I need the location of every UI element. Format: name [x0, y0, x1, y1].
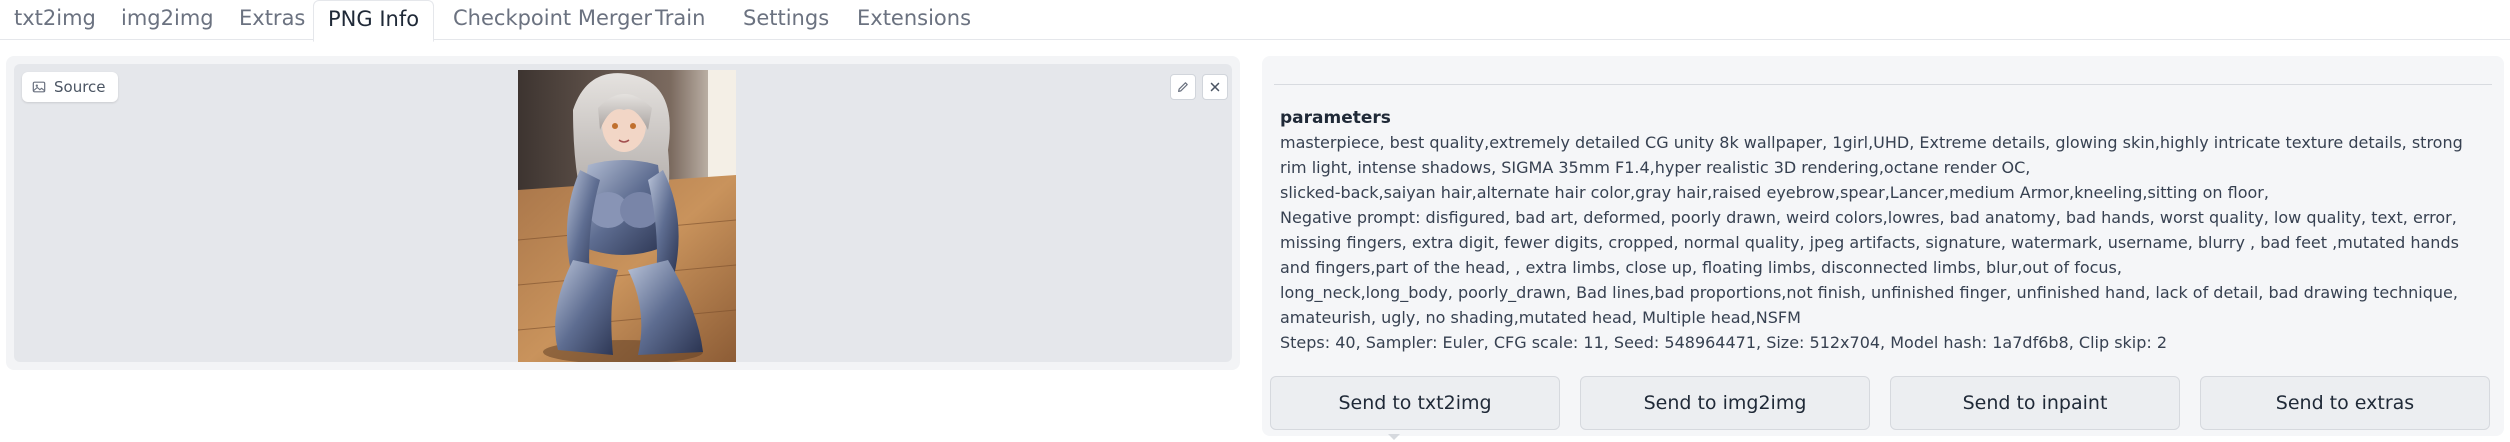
edit-icon — [1178, 82, 1188, 92]
prompt-line: slicked-back,saiyan hair,alternate hair … — [1280, 183, 2269, 202]
close-icon — [1210, 82, 1220, 92]
send-to-extras-button[interactable]: Send to extras — [2200, 376, 2490, 430]
tab-extras[interactable]: Extras — [225, 0, 319, 40]
send-to-inpaint-button[interactable]: Send to inpaint — [1890, 376, 2180, 430]
negative-prompt-line: long_neck,long_body, poorly_drawn, Bad l… — [1280, 283, 2458, 327]
generation-settings-line: Steps: 40, Sampler: Euler, CFG scale: 11… — [1280, 333, 2168, 352]
tab-train[interactable]: Train — [641, 0, 719, 40]
source-image-panel: Source — [6, 56, 1240, 370]
tab-bar: txt2img img2img Extras PNG Info Checkpoi… — [0, 0, 2510, 42]
parameters-title: parameters — [1280, 108, 1391, 128]
edit-button[interactable] — [1170, 74, 1196, 100]
tab-img2img[interactable]: img2img — [107, 0, 228, 40]
send-to-img2img-button[interactable]: Send to img2img — [1580, 376, 1870, 430]
prompt-line: masterpiece, best quality,extremely deta… — [1280, 133, 2463, 177]
divider — [1274, 84, 2492, 85]
source-label-text: Source — [54, 78, 106, 96]
source-label: Source — [22, 72, 118, 102]
uploaded-image — [518, 70, 736, 362]
parameters-text: masterpiece, best quality,extremely deta… — [1280, 130, 2492, 355]
send-to-txt2img-button[interactable]: Send to txt2img — [1270, 376, 1560, 430]
clear-button[interactable] — [1202, 74, 1228, 100]
tab-settings[interactable]: Settings — [729, 0, 843, 40]
tab-txt2img[interactable]: txt2img — [0, 0, 110, 40]
png-info-output-panel: parameters masterpiece, best quality,ext… — [1262, 56, 2504, 436]
tab-png-info[interactable]: PNG Info — [313, 0, 435, 42]
caret-down-icon — [1388, 434, 1400, 440]
tab-checkpoint-merger[interactable]: Checkpoint Merger — [439, 0, 666, 40]
negative-prompt-line: Negative prompt: disfigured, bad art, de… — [1280, 208, 2459, 277]
image-upload-area[interactable]: Source — [14, 64, 1232, 362]
image-icon — [32, 81, 46, 93]
tab-extensions[interactable]: Extensions — [843, 0, 985, 40]
